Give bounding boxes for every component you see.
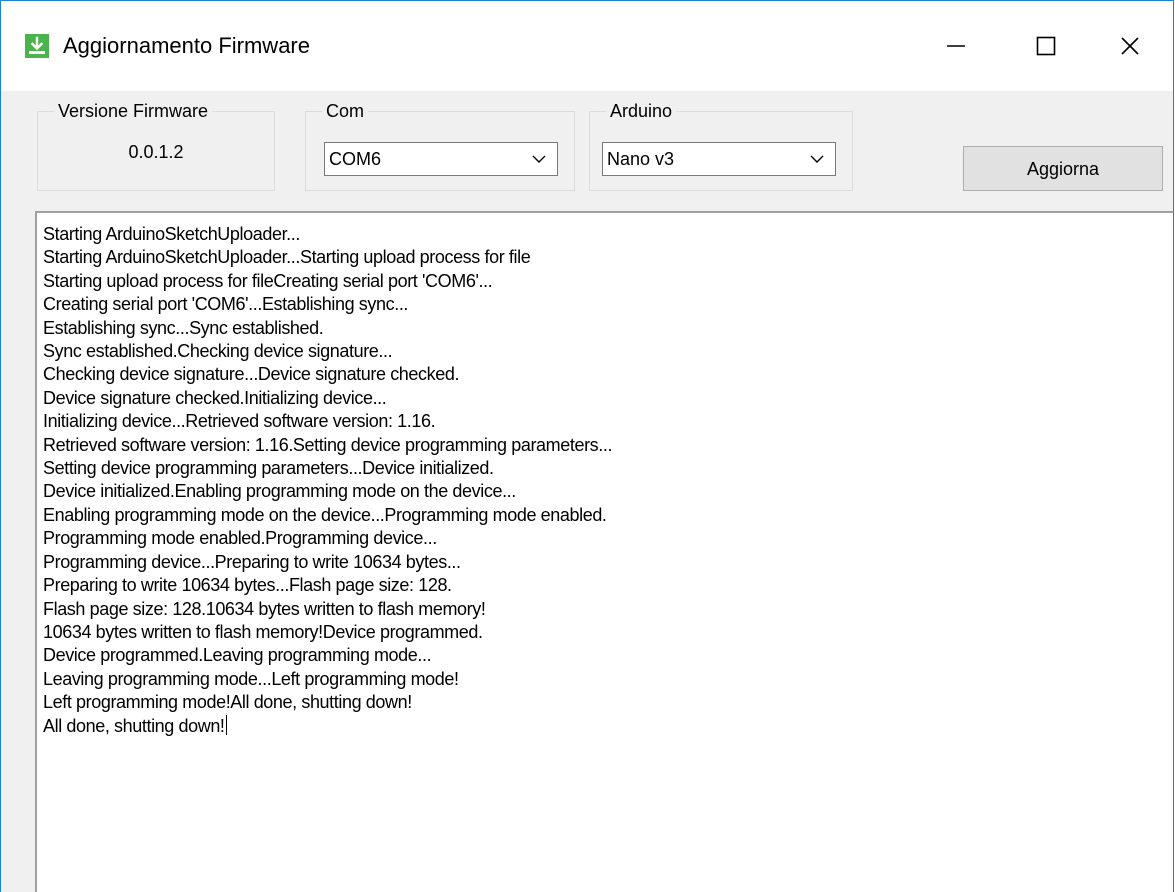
- window-title: Aggiornamento Firmware: [63, 33, 310, 58]
- com-label: Com: [322, 99, 369, 123]
- log-line: Creating serial port 'COM6'...Establishi…: [43, 294, 409, 315]
- log-line: Preparing to write 10634 bytes...Flash p…: [43, 575, 452, 596]
- log-line: Starting ArduinoSketchUploader...: [43, 224, 300, 244]
- log-line: Device programmed.Leaving programming mo…: [43, 645, 432, 666]
- maximize-icon: [1036, 36, 1056, 56]
- com-group: Com COM6: [305, 99, 575, 191]
- log-line: Device signature checked.Initializing de…: [43, 387, 387, 408]
- log-line: Programming device...Preparing to write …: [43, 551, 461, 572]
- log-line: Leaving programming mode...Left programm…: [43, 668, 459, 689]
- arduino-group: Arduino Nano v3: [589, 99, 853, 191]
- log-textarea[interactable]: Starting ArduinoSketchUploader... Startin…: [35, 211, 1173, 892]
- log-line: Programming mode enabled.Programming dev…: [43, 528, 437, 549]
- text-caret: [225, 714, 227, 735]
- log-line: Checking device signature...Device signa…: [43, 364, 460, 385]
- download-arrow-icon: [25, 34, 49, 58]
- firmware-version-value: 0.0.1.2: [128, 142, 184, 162]
- close-button[interactable]: [1085, 1, 1173, 91]
- title-bar[interactable]: Aggiornamento Firmware: [1, 1, 1173, 91]
- client-area: Versione Firmware 0.0.1.2 Com COM6 Ardui…: [1, 91, 1173, 892]
- log-line: Enabling programming mode on the device.…: [43, 504, 607, 525]
- arduino-board-value: Nano v3: [607, 149, 675, 169]
- update-button[interactable]: Aggiorna: [963, 146, 1163, 191]
- arduino-board-select[interactable]: Nano v3: [602, 142, 836, 176]
- log-line: Initializing device...Retrieved software…: [43, 411, 436, 432]
- arduino-label: Arduino: [606, 99, 677, 123]
- log-line: 10634 bytes written to flash memory!Devi…: [43, 621, 483, 642]
- log-line: All done, shutting down!: [43, 714, 227, 736]
- com-port-select[interactable]: COM6: [324, 142, 558, 176]
- log-line: Starting ArduinoSketchUploader...Startin…: [43, 247, 531, 268]
- close-icon: [1121, 37, 1139, 55]
- log-line: Retrieved software version: 1.16.Setting…: [43, 434, 613, 455]
- app-window: Aggiornamento Firmware Versione Firmware…: [0, 0, 1174, 892]
- minimize-icon: [947, 45, 965, 47]
- maximize-button[interactable]: [1001, 1, 1091, 91]
- com-port-value: COM6: [329, 149, 382, 169]
- log-line: Starting upload process for fileCreating…: [43, 270, 493, 291]
- minimize-button[interactable]: [911, 1, 1001, 91]
- firmware-version-group: Versione Firmware 0.0.1.2: [37, 99, 275, 191]
- chevron-down-icon[interactable]: [809, 152, 825, 166]
- firmware-version-label: Versione Firmware: [54, 99, 213, 123]
- log-line: Sync established.Checking device signatu…: [43, 341, 393, 362]
- log-line: Left programming mode!All done, shutting…: [43, 692, 412, 713]
- log-line: Establishing sync...Sync established.: [43, 317, 324, 338]
- log-line: Device initialized.Enabling programming …: [43, 481, 516, 502]
- chevron-down-icon[interactable]: [531, 152, 547, 166]
- log-line: Flash page size: 128.10634 bytes written…: [43, 598, 486, 619]
- log-line: Setting device programming parameters...…: [43, 458, 494, 479]
